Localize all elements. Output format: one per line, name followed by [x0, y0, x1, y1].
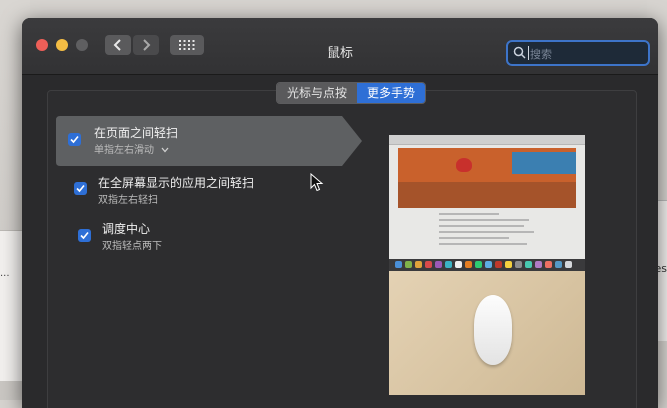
- tab-more-gestures[interactable]: 更多手势: [357, 83, 426, 103]
- gesture-option-dropdown[interactable]: 单指左右滑动: [94, 141, 169, 156]
- background-text-left: ...: [0, 268, 10, 279]
- gesture-row-swipe-pages[interactable]: 在页面之间轻扫 单指左右滑动: [68, 124, 348, 160]
- tab-bar: 光标与点按 更多手势: [276, 82, 427, 104]
- gesture-title: 在页面之间轻扫: [94, 126, 179, 140]
- swipe-fullscreen-checkbox[interactable]: [74, 182, 87, 195]
- mouse-preferences-window: 鼠标 搜索 光标与点按 更多手势 在页面之间轻扫 单指左右滑动 在全屏幕显示的应…: [22, 18, 658, 408]
- gesture-subtitle: 单指左右滑动: [94, 145, 154, 156]
- search-field[interactable]: 搜索: [506, 40, 650, 66]
- preview-screen: [389, 135, 585, 271]
- preview-dock: [389, 259, 585, 271]
- search-placeholder: 搜索: [530, 48, 552, 61]
- tab-point-and-click[interactable]: 光标与点按: [277, 83, 358, 103]
- mission-control-checkbox[interactable]: [78, 229, 91, 242]
- checkmark-icon: [70, 135, 79, 144]
- gesture-title: 调度中心: [102, 222, 151, 236]
- text-caret: [528, 46, 529, 60]
- search-icon: [513, 46, 526, 59]
- gesture-subtitle: 双指轻点两下: [102, 241, 162, 252]
- chevron-down-icon: [161, 147, 169, 153]
- titlebar: 鼠标 搜索: [22, 18, 658, 75]
- gesture-title: 在全屏幕显示的应用之间轻扫: [98, 176, 255, 190]
- gesture-subtitle: 双指左右轻扫: [98, 195, 158, 206]
- gesture-preview-video: [389, 135, 585, 395]
- gesture-row-mission-control[interactable]: 调度中心 双指轻点两下: [78, 220, 358, 254]
- pointer-cursor-icon: [310, 173, 324, 192]
- preview-hero-image: [398, 148, 576, 208]
- swipe-pages-checkbox[interactable]: [68, 133, 81, 146]
- magic-mouse-image: [474, 295, 512, 365]
- checkmark-icon: [80, 231, 89, 240]
- checkmark-icon: [76, 184, 85, 193]
